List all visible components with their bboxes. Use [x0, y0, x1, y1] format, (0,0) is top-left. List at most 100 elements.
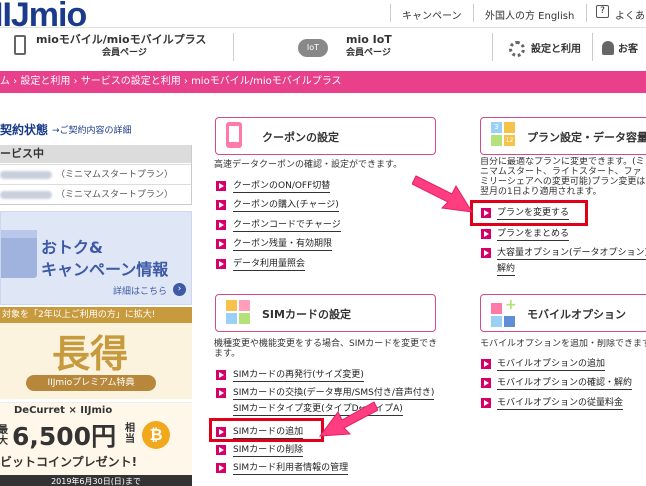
divider: [492, 33, 493, 61]
mobile-option-card: + モバイルオプション: [480, 294, 646, 332]
plan-merge-link[interactable]: プランをまとめる: [497, 228, 570, 241]
banner-subtitle: キャンペーン情報: [41, 260, 169, 279]
help-icon[interactable]: ?: [596, 5, 609, 18]
nav-mio-mobile[interactable]: mioモバイル/mioモバイルプラス 会員ページ: [14, 33, 214, 63]
option-add-link[interactable]: モバイルオプションの追加: [497, 358, 606, 371]
coupon-code-link[interactable]: クーポンコードでチャージ: [233, 219, 341, 232]
coupon-balance-link[interactable]: クーポン残量・有効期限: [233, 238, 333, 251]
bullet-arrow-icon: [216, 259, 226, 269]
coupon-card: クーポンの設定: [215, 117, 436, 155]
divider: [233, 33, 234, 61]
bullet-arrow-icon: [216, 220, 226, 230]
nav-settings[interactable]: 設定と利用: [509, 33, 589, 63]
plan-description: 自分に最適なプランに変更できます。(ミニマムスタート、ライトスタート、ファミリー…: [480, 157, 646, 197]
sim-user-info-link[interactable]: SIMカード利用者情報の管理: [233, 462, 349, 475]
premium-banner[interactable]: 対象を「2年以上ご利用の方」に拡大! 長得 IIJmioプレミアム特典: [0, 307, 192, 399]
bullet-arrow-icon: [481, 248, 491, 258]
banner-ribbon: 対象を「2年以上ご利用の方」に拡大!: [0, 307, 192, 323]
iijmio-logo[interactable]: IIJmio: [0, 0, 87, 35]
bullet-arrow-icon: [481, 229, 491, 239]
sim-icon: [239, 300, 250, 311]
plus-icon: +: [505, 297, 517, 313]
sim-icon: [239, 313, 250, 324]
banner-caption: IIJmioプレミアム特典: [26, 375, 156, 391]
option-confirm-link[interactable]: モバイルオプションの確認・解約: [497, 377, 633, 390]
coupon-purchase-link[interactable]: クーポンの購入(チャージ): [233, 199, 339, 212]
banner-amount: 6,500円: [12, 422, 117, 451]
annotation-arrow-icon: [318, 401, 378, 437]
bullet-arrow-icon: [216, 239, 226, 249]
coupon-title: クーポンの設定: [262, 131, 339, 144]
nav-sub: 会員ページ: [102, 48, 147, 58]
faq-link[interactable]: よくあ: [615, 7, 645, 22]
contract-detail-link[interactable]: →ご契約内容の詳細: [52, 123, 132, 136]
bitcoin-banner[interactable]: DeCurret × IIJmio 最大 6,500円 相当 ₿ ビットコインプ…: [0, 402, 192, 486]
highlight-box: [470, 200, 588, 226]
nav-mio-iot[interactable]: IoT mio IoT 会員ページ: [298, 33, 408, 63]
banner-more: 詳細はこちら: [113, 287, 168, 297]
annotation-arrow-icon: [412, 175, 473, 213]
data-usage-link[interactable]: データ利用量照会: [233, 258, 306, 271]
nav-title: mio IoT: [346, 33, 392, 46]
campaign-banner[interactable]: おトク& キャンペーン情報 詳細はこちら ›: [0, 211, 192, 305]
option-icon: [491, 303, 502, 314]
contract-row: （ミニマムスタートプラン）: [0, 184, 191, 204]
divider: [592, 33, 593, 61]
bullet-arrow-icon: [216, 463, 226, 473]
banner-date: 2019年6月30日(日)まで: [0, 475, 192, 486]
sim-reissue-link[interactable]: SIMカードの再発行(サイズ変更): [233, 369, 364, 382]
service-status: ービス中: [0, 145, 191, 163]
calendar-icon: 12: [504, 135, 515, 146]
breadcrumb: ム › 設定と利用 › サービスの設定と利用 › mioモバイル/mioモバイル…: [0, 71, 646, 93]
option-description: モバイルオプションを追加・削除できます。: [480, 339, 646, 349]
option-icon: [504, 316, 515, 327]
user-icon: [602, 41, 614, 55]
chevron-right-icon: ›: [173, 283, 186, 296]
coupon-description: 高速データクーポンの確認・設定ができます。: [214, 160, 403, 170]
banner-line2: ビットコインプレゼント!: [0, 455, 138, 469]
gift-lid: [1, 230, 37, 238]
cancel-link[interactable]: 解約: [497, 263, 516, 276]
gift-icon: [1, 236, 37, 278]
banner-brand: DeCurret × IIJmio: [14, 405, 113, 416]
calendar-icon: [504, 122, 515, 133]
plan-card: 3 12 プラン設定・データ容量: [480, 117, 646, 155]
calendar-icon: [491, 135, 502, 146]
bullet-arrow-icon: [216, 200, 226, 210]
divider: [390, 4, 391, 22]
smartphone-icon: [14, 35, 26, 55]
contract-status-title: 契約状態: [0, 123, 49, 137]
sim-description: 機種変更や機能変更をする場合、SIMカードを変更できます。: [214, 339, 438, 359]
nav-title: mioモバイル/mioモバイルプラス: [36, 33, 207, 46]
english-link[interactable]: 外国人の方 English: [485, 7, 574, 22]
phone-screen: [229, 126, 239, 142]
divider: [473, 4, 474, 22]
sim-title: SIMカードの設定: [262, 308, 351, 321]
nav-title: お客: [618, 44, 638, 55]
nav-title: 設定と利用: [531, 44, 581, 55]
coupon-onoff-link[interactable]: クーポンのON/OFF切替: [233, 180, 331, 193]
bullet-arrow-icon: [481, 359, 491, 369]
calendar-icon: 3: [491, 122, 502, 133]
bullet-arrow-icon: [216, 388, 226, 398]
large-capacity-option-link[interactable]: 大容量オプション(データオプション): [497, 247, 646, 260]
bullet-arrow-icon: [216, 181, 226, 191]
banner-prefix: 最大: [0, 425, 10, 447]
highlight-box: [209, 418, 324, 442]
nav-customer[interactable]: お客: [602, 33, 646, 63]
banner-big-text: 長得: [52, 331, 129, 376]
divider: [586, 4, 587, 22]
option-title: モバイルオプション: [527, 308, 626, 321]
bullet-arrow-icon: [481, 378, 491, 388]
cloud-iot-icon: IoT: [298, 39, 328, 57]
sim-delete-link[interactable]: SIMカードの削除: [233, 444, 304, 457]
sim-icon: [226, 300, 237, 311]
option-metered-fee-link[interactable]: モバイルオプションの従量料金: [497, 397, 624, 410]
banner-suffix: 相当: [125, 423, 135, 445]
banner-title: おトク&: [41, 238, 103, 257]
sim-icon: [226, 313, 237, 324]
bullet-arrow-icon: [216, 370, 226, 380]
nav-sub: 会員ページ: [346, 48, 391, 58]
campaign-link[interactable]: キャンペーン: [402, 7, 462, 22]
contract-row: （ミニマムスタートプラン）: [0, 164, 191, 184]
